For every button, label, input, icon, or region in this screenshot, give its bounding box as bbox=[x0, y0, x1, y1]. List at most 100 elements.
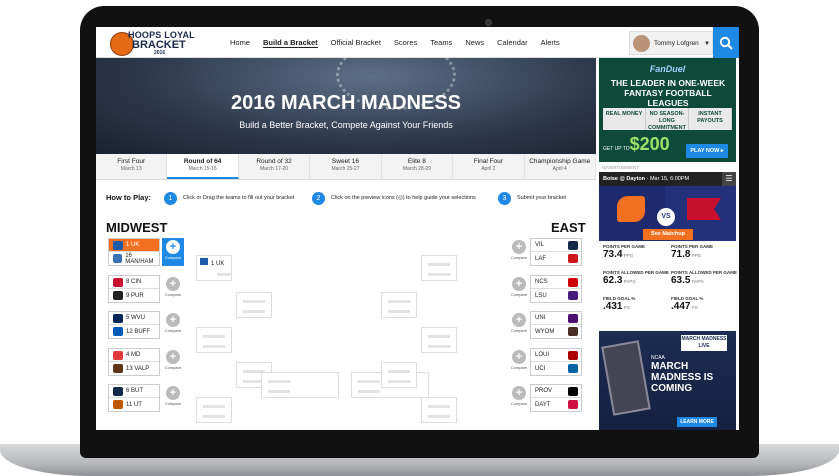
play-now-button[interactable]: PLAY NOW ▸ bbox=[686, 144, 728, 158]
round-tabs: First Four March 13 Round of 64 March 15-1… bbox=[96, 154, 596, 180]
compare-button[interactable]: + Compare bbox=[508, 348, 530, 376]
hero-subtitle: Build a Better Bracket, Compete Against … bbox=[239, 120, 453, 130]
team-logo-icon bbox=[113, 277, 123, 287]
bracket-slot[interactable]: 1 UK bbox=[196, 255, 232, 281]
team-name: 6 BUT bbox=[126, 388, 144, 394]
fanduel-ad[interactable]: FanDuel THE LEADER IN ONE-WEEK FANTASY F… bbox=[599, 58, 736, 173]
compare-button[interactable]: + Compare bbox=[508, 384, 530, 412]
compare-button[interactable]: + Compare bbox=[162, 348, 184, 376]
team-name: 8 CIN bbox=[126, 279, 142, 285]
tab-round-of-64[interactable]: Round of 64 March 15-16 bbox=[167, 154, 239, 179]
team-row[interactable]: 11 UT bbox=[109, 398, 159, 411]
team-row[interactable]: WYOM bbox=[531, 325, 581, 338]
team-row[interactable]: 12 BUFF bbox=[109, 325, 159, 338]
matchup-right[interactable]: VIL LAF bbox=[530, 238, 582, 266]
compare-button[interactable]: + Compare bbox=[162, 311, 184, 339]
bracket-slot[interactable] bbox=[381, 292, 417, 318]
matchup-left[interactable]: 8 CIN 9 PUR bbox=[108, 275, 160, 303]
nav-alerts[interactable]: Alerts bbox=[541, 38, 560, 48]
team-row[interactable]: 16 MAN/HAM bbox=[109, 252, 159, 265]
tab-elite-8[interactable]: Elite 8 March 28-29 bbox=[382, 154, 454, 179]
stat-block: POINTS PER GAME 73.4 PPG bbox=[603, 244, 669, 260]
matchup-left[interactable]: 6 BUT 11 UT bbox=[108, 384, 160, 412]
team-row[interactable]: VIL bbox=[531, 239, 581, 252]
tab-sweet-16[interactable]: Sweet 16 March 25-27 bbox=[310, 154, 382, 179]
team-row[interactable]: PROV bbox=[531, 385, 581, 398]
compare-button[interactable]: + Compare bbox=[162, 384, 184, 412]
team-row[interactable]: 1 UK bbox=[109, 239, 159, 252]
sidebar: FanDuel THE LEADER IN ONE-WEEK FANTASY F… bbox=[599, 58, 739, 430]
search-button[interactable] bbox=[713, 27, 739, 58]
site-logo[interactable]: HOOPS LOYAL BRACKET 2016 bbox=[110, 30, 208, 58]
step-1: 1 Click or Drag the teams to fill out you… bbox=[164, 190, 294, 206]
team-row[interactable]: DAYT bbox=[531, 398, 581, 411]
ncaa-ad[interactable]: MARCH MADNESS LIVE NCAA MARCH MADNESS IS… bbox=[599, 331, 736, 430]
matchup-right[interactable]: UNI WYOM bbox=[530, 311, 582, 339]
team-name: PROV bbox=[535, 388, 553, 394]
bracket-slot[interactable] bbox=[421, 397, 457, 423]
team-row[interactable]: 4 MD bbox=[109, 349, 159, 362]
compare-label: Compare bbox=[164, 328, 182, 333]
learn-more-button[interactable]: LEARN MORE bbox=[677, 417, 717, 427]
user-menu[interactable]: Tommy Lofgren ▼ bbox=[629, 31, 713, 55]
tab-label: First Four bbox=[117, 158, 146, 165]
compare-button[interactable]: + Compare bbox=[162, 275, 184, 303]
bracket-slot[interactable] bbox=[421, 327, 457, 353]
bracket-slot[interactable] bbox=[236, 292, 272, 318]
team-row[interactable]: LSU bbox=[531, 289, 581, 302]
tab-championship[interactable]: Championship Game April 4 bbox=[525, 154, 596, 179]
tab-round-of-32[interactable]: Round of 32 March 17-20 bbox=[239, 154, 311, 179]
plus-icon: + bbox=[166, 350, 180, 364]
compare-label: Compare bbox=[164, 365, 182, 370]
matchup-right[interactable]: LOUI UCI bbox=[530, 348, 582, 376]
slot-placeholder-bar bbox=[428, 415, 450, 418]
menu-icon[interactable]: ☰ bbox=[722, 172, 736, 186]
nav-build-bracket[interactable]: Build a Bracket bbox=[263, 38, 318, 48]
nav-news[interactable]: News bbox=[465, 38, 484, 48]
bracket-slot[interactable] bbox=[196, 327, 232, 353]
tab-first-four[interactable]: First Four March 13 bbox=[96, 154, 168, 179]
nav-teams[interactable]: Teams bbox=[430, 38, 452, 48]
team-row[interactable]: UNI bbox=[531, 312, 581, 325]
team-row[interactable]: 13 VALP bbox=[109, 362, 159, 375]
team-logo-icon bbox=[568, 240, 578, 250]
see-matchup-button[interactable]: See Matchup bbox=[643, 229, 693, 240]
plus-icon: + bbox=[166, 313, 180, 327]
tab-date: March 13 bbox=[120, 166, 142, 172]
nav-home[interactable]: Home bbox=[230, 38, 250, 48]
team-row[interactable]: LAF bbox=[531, 252, 581, 265]
ad-feature: NO SEASON-LONG COMMITMENT bbox=[646, 108, 689, 131]
tab-label: Championship Game bbox=[529, 158, 591, 165]
team-logo-icon bbox=[568, 313, 578, 323]
slot-placeholder-bar bbox=[388, 300, 410, 303]
team-row[interactable]: 6 BUT bbox=[109, 385, 159, 398]
matchup-right[interactable]: NCS LSU bbox=[530, 275, 582, 303]
bracket-slot[interactable] bbox=[196, 397, 232, 423]
team-row[interactable]: 5 WVU bbox=[109, 312, 159, 325]
nav-calendar[interactable]: Calendar bbox=[497, 38, 527, 48]
compare-button[interactable]: + Compare bbox=[162, 238, 184, 266]
team-row[interactable]: UCI bbox=[531, 362, 581, 375]
team-row[interactable]: 8 CIN bbox=[109, 276, 159, 289]
matchup-left[interactable]: 1 UK 16 MAN/HAM bbox=[108, 238, 160, 266]
matchup-left[interactable]: 4 MD 13 VALP bbox=[108, 348, 160, 376]
team-row[interactable]: 9 PUR bbox=[109, 289, 159, 302]
compare-button[interactable]: + Compare bbox=[508, 275, 530, 303]
team-row[interactable]: NCS bbox=[531, 276, 581, 289]
plus-icon: + bbox=[166, 386, 180, 400]
stat-value: 62.3 PAPG bbox=[603, 275, 669, 286]
stat-unit: PAPG bbox=[690, 279, 704, 284]
bracket-slot[interactable] bbox=[381, 362, 417, 388]
bracket-slot[interactable] bbox=[261, 372, 339, 398]
compare-button[interactable]: + Compare bbox=[508, 311, 530, 339]
team-logo-icon bbox=[568, 327, 578, 336]
compare-button[interactable]: + Compare bbox=[508, 238, 530, 266]
nav-scores[interactable]: Scores bbox=[394, 38, 417, 48]
matchup-right[interactable]: PROV DAYT bbox=[530, 384, 582, 412]
bracket-slot[interactable] bbox=[421, 255, 457, 281]
matchup-left[interactable]: 5 WVU 12 BUFF bbox=[108, 311, 160, 339]
team-row[interactable]: LOUI bbox=[531, 349, 581, 362]
nav-official-bracket[interactable]: Official Bracket bbox=[331, 38, 381, 48]
slot-placeholder-bar bbox=[203, 335, 225, 338]
tab-final-four[interactable]: Final Four April 2 bbox=[453, 154, 525, 179]
